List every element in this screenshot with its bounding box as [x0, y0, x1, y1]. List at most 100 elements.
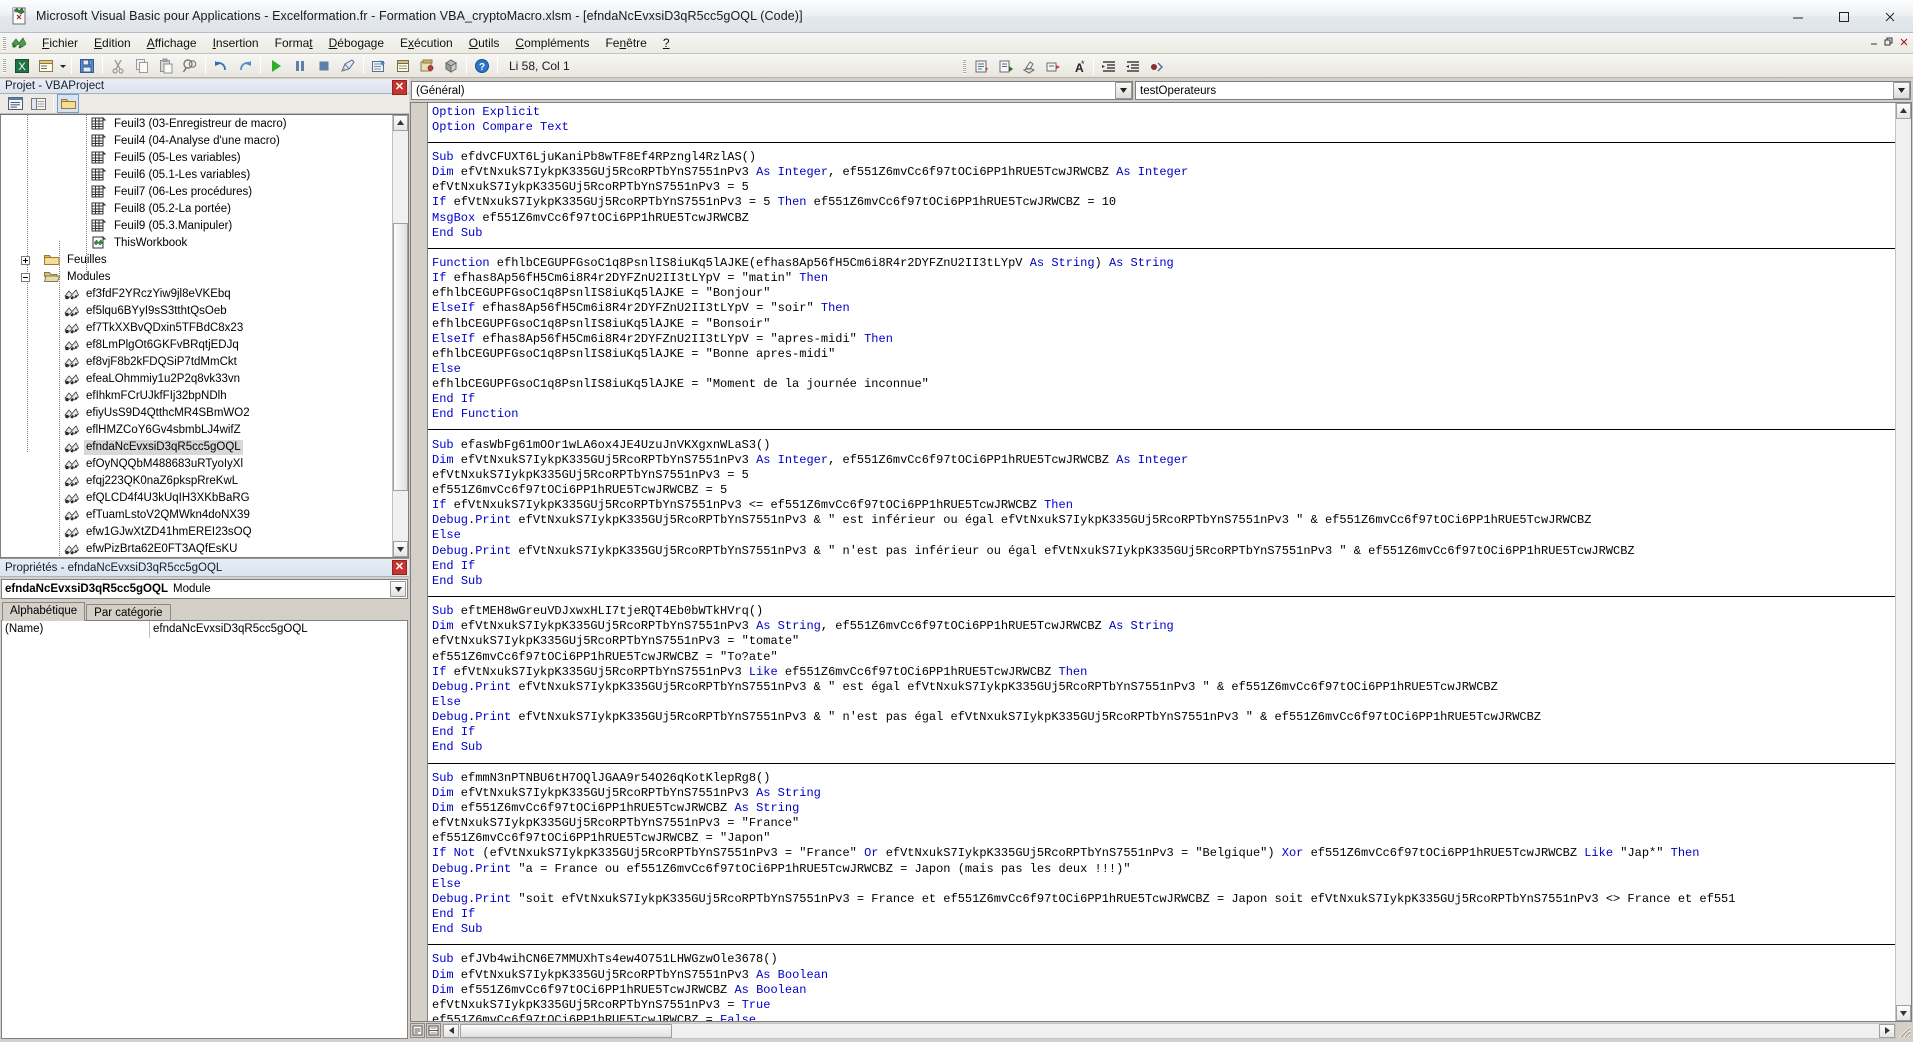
- menu-fenetre[interactable]: Fenêtre: [597, 34, 654, 52]
- doc-close-button[interactable]: [1896, 34, 1911, 49]
- code-line[interactable]: Sub efmmN3nPTNBU6tH7OQlJGAA9r54O26qKotKl…: [432, 771, 1895, 786]
- menu-insertion[interactable]: Insertion: [205, 34, 267, 52]
- menu-affichage[interactable]: Affichage: [139, 34, 205, 52]
- code-line[interactable]: If efVtNxukS7IykpK335GUj5RcoRPTbYnS7551n…: [432, 195, 1895, 210]
- paste-icon[interactable]: [155, 55, 177, 76]
- tab-alphabetique[interactable]: Alphabétique: [2, 602, 85, 621]
- code-line[interactable]: Dim ef551Z6mvCc6f97tOCi6PP1hRUE5TcwJRWCB…: [432, 801, 1895, 816]
- object-combo[interactable]: (Général): [411, 81, 1133, 100]
- undo-icon[interactable]: [210, 55, 232, 76]
- procedure-view-icon[interactable]: [410, 1023, 425, 1038]
- complete-word-icon[interactable]: [1043, 56, 1065, 77]
- object-combo-dropdown-icon[interactable]: [1115, 82, 1132, 99]
- insert-userform-icon[interactable]: [35, 55, 57, 76]
- code-horizontal-scrollbar[interactable]: [442, 1023, 1896, 1039]
- code-line[interactable]: End If: [432, 907, 1895, 922]
- project-tree[interactable]: Feuil3 (03-Enregistreur de macro) Feuil4…: [0, 114, 409, 558]
- toggle-breakpoint-icon[interactable]: [1146, 56, 1168, 77]
- toolbar-gripper[interactable]: [3, 58, 6, 73]
- reset-icon[interactable]: [313, 55, 335, 76]
- menu-complements[interactable]: Compléments: [507, 34, 597, 52]
- maximize-button[interactable]: [1821, 0, 1867, 33]
- edit-list-properties-icon[interactable]: [971, 56, 993, 77]
- code-text-area[interactable]: Option ExplicitOption Compare TextSub ef…: [428, 103, 1895, 1022]
- code-line[interactable]: Debug.Print "soit efVtNxukS7IykpK335GUj5…: [432, 892, 1895, 907]
- code-editor[interactable]: Option ExplicitOption Compare TextSub ef…: [410, 102, 1912, 1023]
- code-line[interactable]: End Sub: [432, 740, 1895, 755]
- code-hscroll-thumb[interactable]: [460, 1024, 672, 1038]
- property-value[interactable]: efndaNcEvxsiD3qR5cc5gOQL: [150, 621, 407, 638]
- code-line[interactable]: End Sub: [432, 574, 1895, 589]
- menu-debogage[interactable]: Débogage: [321, 34, 392, 52]
- minimize-button[interactable]: [1775, 0, 1821, 33]
- code-line[interactable]: End Function: [432, 407, 1895, 422]
- code-line[interactable]: End If: [432, 559, 1895, 574]
- toggle-folders-icon[interactable]: [57, 94, 79, 113]
- menu-format[interactable]: Format: [267, 34, 321, 52]
- project-tree-scroll-thumb[interactable]: [393, 223, 408, 491]
- a-asterisk-icon[interactable]: A*: [1067, 56, 1089, 77]
- tree-item-sheet[interactable]: Feuil4 (04-Analyse d'une macro): [1, 133, 392, 150]
- code-line[interactable]: efhlbCEGUPFGsoC1q8PsnlIS8iuKq5lAJKE = "B…: [432, 286, 1895, 301]
- view-code-icon[interactable]: [4, 94, 26, 113]
- code-line[interactable]: Else: [432, 362, 1895, 377]
- code-line[interactable]: If efVtNxukS7IykpK335GUj5RcoRPTbYnS7551n…: [432, 498, 1895, 513]
- parameter-info-icon[interactable]: [1019, 56, 1041, 77]
- code-line[interactable]: Else: [432, 877, 1895, 892]
- menu-help[interactable]: ?: [655, 34, 678, 52]
- properties-grid[interactable]: (Name) efndaNcEvxsiD3qR5cc5gOQL: [1, 620, 408, 1039]
- view-excel-icon[interactable]: X: [11, 55, 33, 76]
- resize-grip[interactable]: [1896, 1023, 1912, 1039]
- code-line[interactable]: ElseIf efhas8Ap56fH5Cm6i8R4r2DYFZnU2II3t…: [432, 332, 1895, 347]
- code-scroll-right-arrow-icon[interactable]: [1879, 1024, 1895, 1038]
- properties-pane-close-button[interactable]: ✕: [392, 560, 407, 575]
- close-button[interactable]: [1867, 0, 1913, 33]
- tree-item-sheet[interactable]: Feuil8 (05.2-La portée): [1, 201, 392, 218]
- scroll-down-arrow-icon[interactable]: [393, 541, 408, 557]
- menu-gripper[interactable]: [3, 36, 6, 51]
- code-line[interactable]: Dim ef551Z6mvCc6f97tOCi6PP1hRUE5TcwJRWCB…: [432, 983, 1895, 998]
- code-line[interactable]: MsgBox ef551Z6mvCc6f97tOCi6PP1hRUE5TcwJR…: [432, 211, 1895, 226]
- code-line[interactable]: efhlbCEGUPFGsoC1q8PsnlIS8iuKq5lAJKE = "M…: [432, 377, 1895, 392]
- tree-folder-feuilles[interactable]: Feuilles: [1, 252, 392, 269]
- toolbox-icon[interactable]: [440, 55, 462, 76]
- properties-object-combo[interactable]: efndaNcEvxsiD3qR5cc5gOQL Module: [1, 579, 408, 599]
- tree-item-sheet[interactable]: Feuil9 (05.3.Manipuler): [1, 218, 392, 235]
- tree-expand-icon[interactable]: [21, 256, 30, 265]
- menu-outils[interactable]: Outils: [461, 34, 508, 52]
- code-line[interactable]: Dim efVtNxukS7IykpK335GUj5RcoRPTbYnS7551…: [432, 165, 1895, 180]
- code-line[interactable]: Debug.Print efVtNxukS7IykpK335GUj5RcoRPT…: [432, 710, 1895, 725]
- code-scroll-down-arrow-icon[interactable]: [1896, 1005, 1911, 1021]
- view-object-icon[interactable]: [27, 94, 49, 113]
- code-line[interactable]: Debug.Print efVtNxukS7IykpK335GUj5RcoRPT…: [432, 513, 1895, 528]
- run-icon[interactable]: [265, 55, 287, 76]
- code-line[interactable]: efVtNxukS7IykpK335GUj5RcoRPTbYnS7551nPv3…: [432, 468, 1895, 483]
- indent-icon[interactable]: [1098, 56, 1120, 77]
- code-line[interactable]: efVtNxukS7IykpK335GUj5RcoRPTbYnS7551nPv3…: [432, 634, 1895, 649]
- tree-item-sheet[interactable]: Feuil3 (03-Enregistreur de macro): [1, 116, 392, 133]
- full-module-view-icon[interactable]: [426, 1023, 441, 1038]
- code-line[interactable]: Dim efVtNxukS7IykpK335GUj5RcoRPTbYnS7551…: [432, 453, 1895, 468]
- break-icon[interactable]: [289, 55, 311, 76]
- properties-row[interactable]: (Name) efndaNcEvxsiD3qR5cc5gOQL: [2, 621, 407, 638]
- doc-restore-button[interactable]: [1881, 34, 1896, 49]
- code-line[interactable]: Option Explicit: [432, 105, 1895, 120]
- menu-fichier[interactable]: FFichierichier: [34, 34, 86, 52]
- code-line[interactable]: Dim efVtNxukS7IykpK335GUj5RcoRPTbYnS7551…: [432, 968, 1895, 983]
- quick-info-icon[interactable]: [995, 56, 1017, 77]
- code-line[interactable]: Sub efJVb4wihCN6E7MMUXhTs4ew4O751LHWGzwO…: [432, 952, 1895, 967]
- code-line[interactable]: End Sub: [432, 922, 1895, 937]
- properties-window-icon[interactable]: [392, 55, 414, 76]
- design-mode-icon[interactable]: [337, 55, 359, 76]
- code-line[interactable]: efVtNxukS7IykpK335GUj5RcoRPTbYnS7551nPv3…: [432, 998, 1895, 1013]
- tree-folder-modules[interactable]: Modules: [1, 269, 392, 286]
- copy-icon[interactable]: [131, 55, 153, 76]
- cut-icon[interactable]: [107, 55, 129, 76]
- code-scroll-up-arrow-icon[interactable]: [1896, 103, 1911, 119]
- procedure-combo-dropdown-icon[interactable]: [1893, 82, 1910, 99]
- code-line[interactable]: ef551Z6mvCc6f97tOCi6PP1hRUE5TcwJRWCBZ = …: [432, 483, 1895, 498]
- doc-minimize-button[interactable]: [1866, 34, 1881, 49]
- code-line[interactable]: Else: [432, 695, 1895, 710]
- procedure-combo[interactable]: testOperateurs: [1135, 81, 1911, 100]
- tree-collapse-icon[interactable]: [21, 273, 30, 282]
